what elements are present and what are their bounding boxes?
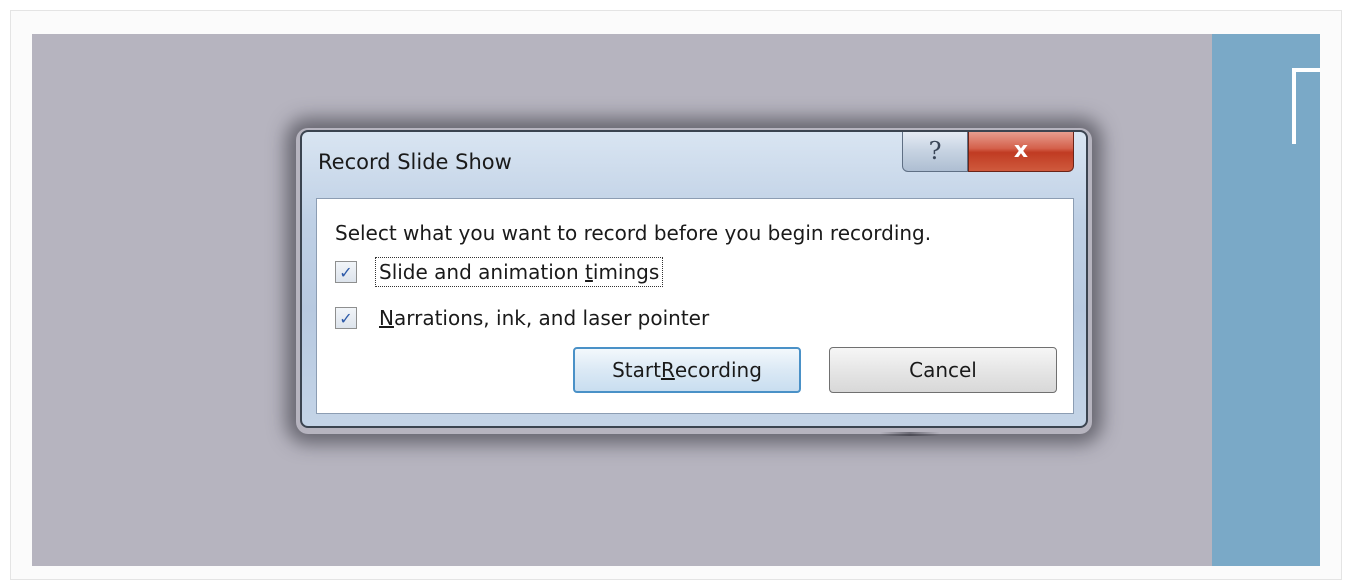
- cancel-button[interactable]: Cancel: [829, 347, 1057, 393]
- checkmark-icon: ✓: [339, 308, 353, 328]
- narrations-label[interactable]: Narrations, ink, and laser pointer: [377, 305, 711, 331]
- start-recording-button[interactable]: Start Recording: [573, 347, 801, 393]
- caption-buttons: ? x: [902, 132, 1074, 174]
- record-slide-show-dialog: Record Slide Show ? x Select what you wa…: [300, 130, 1088, 428]
- help-button[interactable]: ?: [902, 132, 968, 172]
- close-button[interactable]: x: [968, 132, 1074, 172]
- dialog-content: Select what you want to record before yo…: [316, 198, 1074, 414]
- checkmark-icon: ✓: [339, 262, 353, 282]
- instruction-text: Select what you want to record before yo…: [335, 221, 932, 245]
- dialog-title: Record Slide Show: [318, 150, 512, 174]
- timings-checkbox[interactable]: ✓: [335, 261, 357, 283]
- close-icon: x: [1013, 138, 1029, 163]
- help-icon: ?: [928, 136, 942, 165]
- option-slide-animation-timings[interactable]: ✓ Slide and animation timings: [335, 257, 664, 287]
- narrations-checkbox[interactable]: ✓: [335, 307, 357, 329]
- side-panel-decoration: [1292, 68, 1320, 144]
- option-narrations-ink-laser[interactable]: ✓ Narrations, ink, and laser pointer: [335, 305, 711, 331]
- timings-label[interactable]: Slide and animation timings: [374, 257, 664, 287]
